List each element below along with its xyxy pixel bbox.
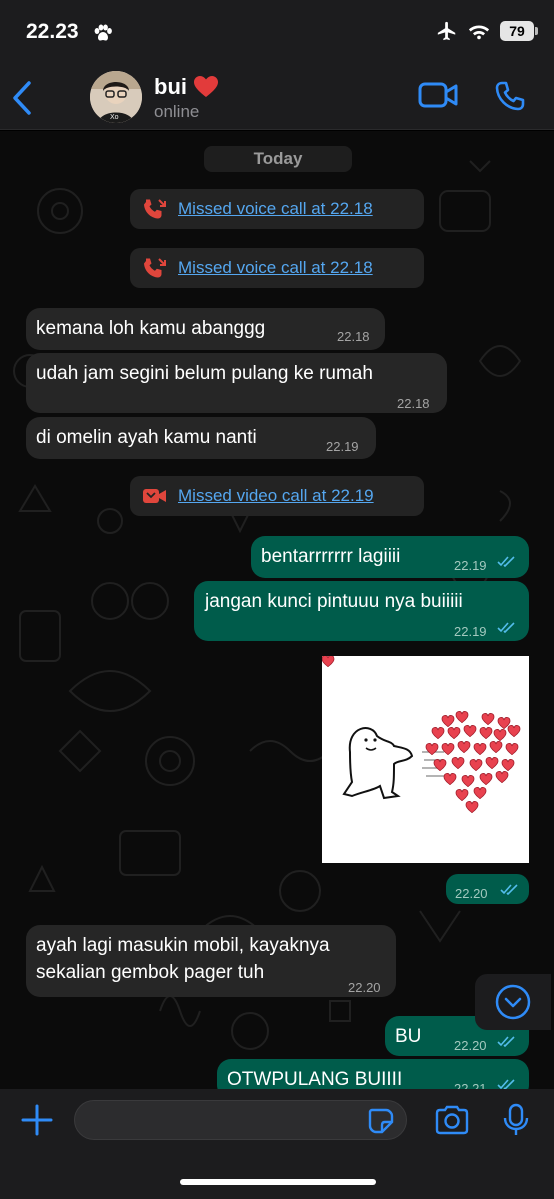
heart-icon xyxy=(194,76,218,97)
message-bubble-incoming[interactable]: udah jam segini belum pulang ke rumah 22… xyxy=(26,353,447,413)
missed-video-call-icon xyxy=(143,489,166,503)
input-bar xyxy=(0,1089,554,1199)
battery-indicator: 79 xyxy=(500,21,538,41)
wifi-icon xyxy=(468,25,490,40)
message-text: sekalian gembok pager tuh xyxy=(36,962,265,983)
phone-icon xyxy=(495,81,525,111)
read-ticks-icon xyxy=(497,556,515,567)
contact-name-text: bui xyxy=(154,74,187,99)
voice-call-button[interactable] xyxy=(494,80,526,117)
message-text: udah jam segini belum pulang ke rumah xyxy=(36,363,373,384)
attach-button[interactable] xyxy=(20,1103,54,1142)
message-text: jangan kunci pintuuu nya buiiiii xyxy=(205,591,463,612)
missed-call-notice[interactable]: Missed video call at 22.19 xyxy=(130,476,424,516)
message-time: 22.19 xyxy=(326,439,359,454)
chat-header: Xo bui online xyxy=(0,66,554,130)
status-time: 22.23 xyxy=(26,20,79,43)
missed-call-label: Missed voice call at 22.18 xyxy=(178,258,373,277)
message-text: ayah lagi masukin mobil, kayaknya xyxy=(36,935,330,956)
status-bar: 22.23 79 xyxy=(0,0,554,66)
message-time: 22.20 xyxy=(454,1038,487,1053)
paw-icon xyxy=(94,24,112,41)
message-text: bentarrrrrrr lagiiii xyxy=(261,546,401,567)
camera-button[interactable] xyxy=(434,1105,470,1140)
missed-call-icon xyxy=(144,199,166,219)
message-bubble-outgoing[interactable]: OTWPULANG BUIIII 22.21 xyxy=(217,1059,529,1089)
airplane-icon xyxy=(437,21,456,41)
message-time: 22.18 xyxy=(337,329,370,344)
read-ticks-icon xyxy=(500,884,518,895)
home-indicator xyxy=(180,1179,376,1185)
message-time: 22.18 xyxy=(397,396,430,411)
message-bubble-incoming[interactable]: ayah lagi masukin mobil, kayaknya sekali… xyxy=(26,925,396,997)
chat-area[interactable]: Today Missed voice call at 22.18 Missed … xyxy=(0,131,554,1089)
image-message[interactable] xyxy=(321,655,529,863)
message-time: 22.20 xyxy=(455,886,488,901)
message-text: di omelin ayah kamu nanti xyxy=(36,427,257,448)
back-button[interactable] xyxy=(10,78,40,118)
date-separator: Today xyxy=(204,146,352,172)
missed-call-label: Missed video call at 22.19 xyxy=(178,486,374,505)
read-ticks-icon xyxy=(497,1036,515,1047)
microphone-button[interactable] xyxy=(503,1103,529,1142)
svg-text:Xo: Xo xyxy=(110,114,119,121)
message-text: OTWPULANG BUIIII xyxy=(227,1069,403,1089)
scroll-to-bottom-button[interactable] xyxy=(475,974,551,1030)
message-input[interactable] xyxy=(74,1100,407,1140)
video-camera-icon xyxy=(418,82,458,108)
video-call-button[interactable] xyxy=(418,82,458,113)
image-time-badge: 22.20 xyxy=(446,874,529,904)
missed-call-notice[interactable]: Missed voice call at 22.18 xyxy=(130,248,424,288)
message-bubble-outgoing[interactable]: bentarrrrrrr lagiiii 22.19 xyxy=(251,536,529,578)
message-bubble-incoming[interactable]: kemana loh kamu abanggg 22.18 xyxy=(26,308,385,350)
read-ticks-icon xyxy=(497,622,515,633)
sticker-button[interactable] xyxy=(368,1108,394,1139)
contact-name[interactable]: bui xyxy=(154,74,219,100)
missed-call-notice[interactable]: Missed voice call at 22.18 xyxy=(130,189,424,229)
message-text: BU xyxy=(395,1026,422,1047)
sticker-image xyxy=(321,655,521,814)
message-time: 22.20 xyxy=(348,980,381,995)
chevron-down-circle-icon xyxy=(495,984,531,1020)
plus-icon xyxy=(21,1104,53,1136)
missed-call-label: Missed voice call at 22.18 xyxy=(178,199,373,218)
sticker-icon xyxy=(368,1108,394,1134)
chevron-left-icon xyxy=(13,81,31,115)
read-ticks-icon xyxy=(497,1079,515,1089)
message-time: 22.19 xyxy=(454,558,487,573)
message-time: 22.19 xyxy=(454,624,487,639)
message-bubble-outgoing[interactable]: jangan kunci pintuuu nya buiiiii 22.19 xyxy=(194,581,529,641)
message-bubble-incoming[interactable]: di omelin ayah kamu nanti 22.19 xyxy=(26,417,376,459)
camera-icon xyxy=(435,1105,469,1135)
missed-call-icon xyxy=(144,258,166,278)
microphone-icon xyxy=(503,1103,529,1135)
message-time: 22.21 xyxy=(454,1081,487,1089)
avatar[interactable]: Xo xyxy=(90,71,142,123)
contact-status: online xyxy=(154,102,200,121)
message-text: kemana loh kamu abanggg xyxy=(36,318,266,339)
